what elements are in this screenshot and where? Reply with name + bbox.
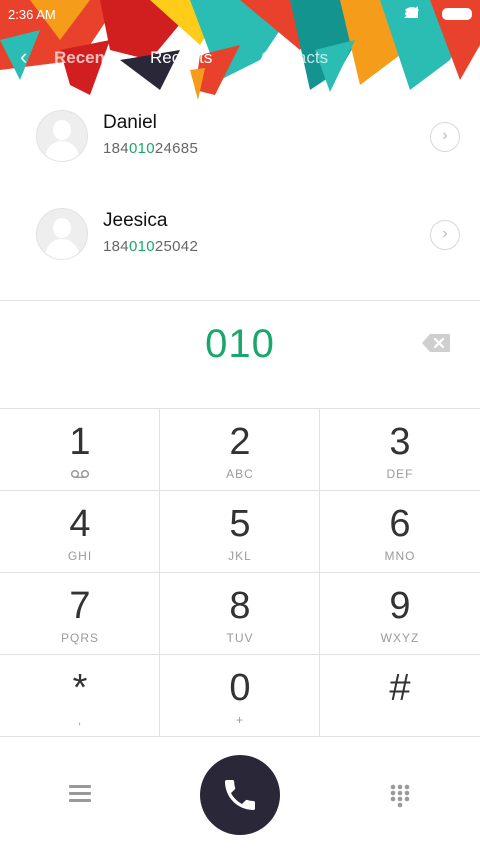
key-0[interactable]: 0 + — [160, 655, 320, 737]
dialpad-icon[interactable] — [389, 783, 411, 809]
contact-number: 18401024685 — [103, 140, 199, 157]
back-chevron-icon[interactable]: ‹ — [20, 44, 27, 70]
key-3[interactable]: 3 DEF — [320, 409, 480, 491]
key-hash[interactable]: # — [320, 655, 480, 737]
contact-name: Jeesica — [103, 210, 168, 231]
phone-icon — [225, 780, 255, 810]
key-4[interactable]: 4 GHI — [0, 491, 160, 573]
tab-contacts[interactable]: Contacts — [261, 48, 328, 68]
key-7[interactable]: 7 PQRS — [0, 573, 160, 655]
key-1[interactable]: 1 — [0, 409, 160, 491]
contact-result[interactable]: Jeesica 18401025042 › — [0, 208, 480, 304]
header-banner: 2:36 AM ••• ‹ Recents Recents Contacts — [0, 0, 480, 100]
key-star[interactable]: * , — [0, 655, 160, 737]
tab-recents[interactable]: Recents — [150, 48, 212, 68]
status-icons: ••• — [404, 6, 472, 21]
backspace-icon[interactable] — [421, 333, 451, 353]
battery-icon — [442, 7, 472, 20]
back-title[interactable]: Recents — [54, 48, 120, 68]
avatar — [36, 208, 88, 260]
status-time: 2:36 AM — [8, 7, 56, 22]
menu-icon[interactable] — [69, 785, 91, 803]
contact-result[interactable]: Daniel 18401024685 › — [0, 110, 480, 206]
status-bar: 2:36 AM ••• — [0, 0, 480, 30]
dial-input[interactable]: 010 — [0, 322, 480, 367]
voicemail-icon — [71, 469, 89, 479]
key-5[interactable]: 5 JKL — [160, 491, 320, 573]
contact-name: Daniel — [103, 112, 157, 133]
call-button[interactable] — [200, 755, 280, 835]
divider — [0, 300, 480, 301]
avatar — [36, 110, 88, 162]
key-9[interactable]: 9 WXYZ — [320, 573, 480, 655]
key-6[interactable]: 6 MNO — [320, 491, 480, 573]
contact-number: 18401025042 — [103, 238, 199, 255]
key-8[interactable]: 8 TUV — [160, 573, 320, 655]
contact-detail-chevron-icon[interactable]: › — [430, 220, 460, 250]
header-nav: ‹ Recents Recents Contacts — [0, 44, 480, 74]
keypad: 1 2 ABC 3 DEF 4 GHI 5 JKL 6 MNO 7 PQRS 8… — [0, 409, 480, 737]
key-2[interactable]: 2 ABC — [160, 409, 320, 491]
contact-detail-chevron-icon[interactable]: › — [430, 122, 460, 152]
